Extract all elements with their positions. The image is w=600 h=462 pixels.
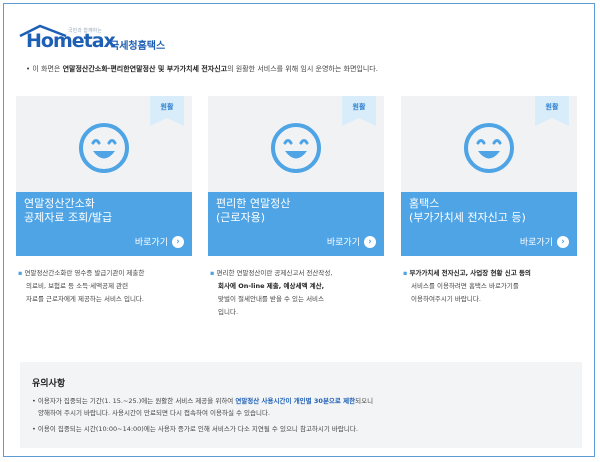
page-frame: 국민과 함께하는 Hometax 국세청홈택스 • 이 화면은 연말정산간소화·… (3, 3, 595, 457)
intro-text: • 이 화면은 연말정산간소화·편리한연말정산 및 부가가치세 전자신고의 원활… (26, 65, 378, 73)
notice-box: 유의사항 • 이용자가 집중되는 기간(1. 15.~25.)에는 원활한 서비… (20, 362, 582, 448)
org-name: 국세청홈택스 (110, 41, 166, 52)
smiley-face-icon (79, 123, 129, 173)
go-button[interactable]: 바로가기 › (520, 235, 569, 248)
arrow-right-icon: › (172, 235, 184, 248)
go-button[interactable]: 바로가기 › (327, 235, 376, 248)
card-top: 원활 (16, 96, 192, 192)
card-title: 편리한 연말정산 (근로자용) (216, 197, 291, 224)
header: 국민과 함께하는 Hometax 국세청홈택스 (18, 24, 318, 54)
status-badge: 원활 (545, 103, 559, 111)
card-bottom: 연말정산간소화 공제자료 조회/발급 바로가기 › (16, 192, 192, 256)
arrow-right-icon: › (364, 235, 376, 248)
notice-line: • 이용이 집중되는 시간(10:00~14:00)에는 사용자 증가로 인해 … (32, 425, 358, 433)
notice-line: • 이용자가 집중되는 기간(1. 15.~25.)에는 원활한 서비스 제공을… (32, 397, 374, 405)
card-title: 연말정산간소화 공제자료 조회/발급 (24, 197, 113, 224)
status-badge: 원활 (352, 103, 366, 111)
card-description: ▪ 편리한 연말정산이란 공제신고서 전산작성, 회사에 On-line 제출,… (210, 269, 333, 316)
card-bottom: 편리한 연말정산 (근로자용) 바로가기 › (208, 192, 384, 256)
arrow-right-icon: › (557, 235, 569, 248)
hometax-logo[interactable]: Hometax (26, 30, 116, 52)
card-convenient-yearend[interactable]: 원활 편리한 연말정산 (근로자용) 바로가기 › (208, 96, 384, 256)
notice-line: 양해하여 주시기 바랍니다. 사용시간이 만료되면 다시 접속하여 이용하실 수… (38, 409, 271, 417)
notice-title: 유의사항 (32, 379, 66, 389)
card-description: ▪ 연말정산간소화란 영수증 발급기관이 제출한 의료비, 보험료 등 소득·세… (18, 269, 145, 303)
card-description: ▪ 부가가치세 전자신고, 사업장 현황 신고 등의 서비스를 이용하려면 홈택… (403, 269, 531, 303)
status-badge: 원활 (160, 103, 174, 111)
card-hometax-vat[interactable]: 원활 홈택스 (부가가치세 전자신고 등) 바로가기 › (401, 96, 577, 256)
card-yearend-simplified[interactable]: 원활 연말정산간소화 공제자료 조회/발급 바로가기 › (16, 96, 192, 256)
go-button[interactable]: 바로가기 › (135, 235, 184, 248)
smiley-face-icon (464, 123, 514, 173)
smiley-face-icon (271, 123, 321, 173)
card-top: 원활 (401, 96, 577, 192)
card-top: 원활 (208, 96, 384, 192)
card-title: 홈택스 (부가가치세 전자신고 등) (409, 197, 526, 224)
card-bottom: 홈택스 (부가가치세 전자신고 등) 바로가기 › (401, 192, 577, 256)
